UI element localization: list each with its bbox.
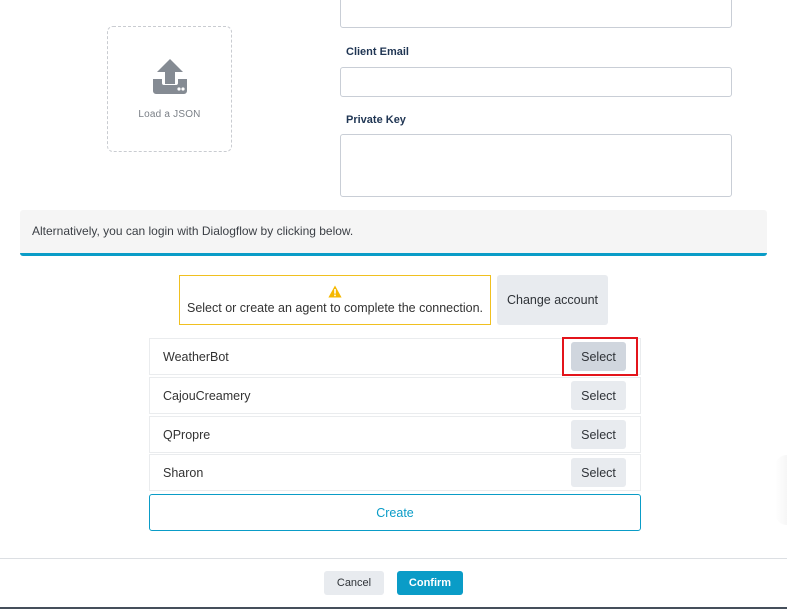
confirm-button[interactable]: Confirm <box>397 571 463 595</box>
edge-shadow <box>775 455 787 525</box>
agent-name: QPropre <box>163 427 211 442</box>
select-agent-button[interactable]: Select <box>571 381 626 410</box>
load-json-dropzone[interactable]: Load a JSON <box>107 26 232 152</box>
select-agent-button[interactable]: Select <box>571 420 626 449</box>
agent-row-sharon: Sharon Select <box>149 454 641 491</box>
warning-text: Select or create an agent to complete th… <box>186 301 484 315</box>
agent-row-qpropre: QPropre Select <box>149 416 641 453</box>
load-json-label: Load a JSON <box>138 108 201 120</box>
cancel-button[interactable]: Cancel <box>324 571 384 595</box>
client-email-label: Client Email <box>346 46 409 58</box>
info-text: Alternatively, you can login with Dialog… <box>32 224 354 238</box>
select-agent-button[interactable]: Select <box>571 458 626 487</box>
warning-triangle-icon <box>328 285 342 298</box>
agent-warning-box: Select or create an agent to complete th… <box>179 275 491 325</box>
highlight-box <box>562 337 638 376</box>
agent-row-cajoucreamery: CajouCreamery Select <box>149 377 641 414</box>
credential-top-input[interactable] <box>340 0 732 28</box>
client-email-input[interactable] <box>340 67 732 97</box>
agent-name: WeatherBot <box>163 349 229 364</box>
private-key-textarea[interactable] <box>340 134 732 197</box>
private-key-label: Private Key <box>346 114 406 126</box>
agent-name: Sharon <box>163 465 204 480</box>
change-account-button[interactable]: Change account <box>497 275 608 325</box>
dialogflow-login-info: Alternatively, you can login with Dialog… <box>20 210 767 256</box>
agent-name: CajouCreamery <box>163 388 251 403</box>
upload-icon <box>152 58 187 94</box>
footer-divider <box>0 558 787 559</box>
create-agent-button[interactable]: Create <box>149 494 641 531</box>
